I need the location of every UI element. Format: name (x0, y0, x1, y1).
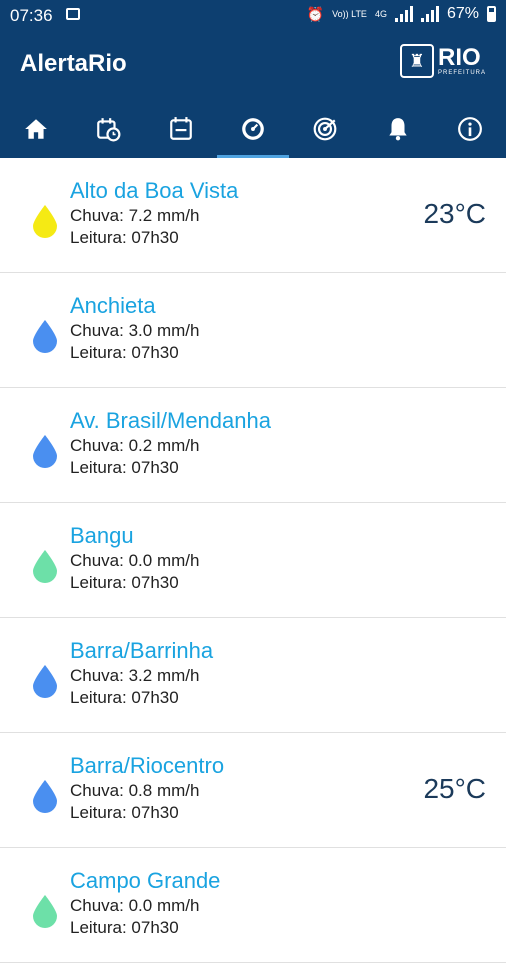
tab-bar (0, 100, 506, 158)
rain-rate: Chuva: 0.2 mm/h (70, 436, 200, 455)
status-time: 07:36 (10, 6, 53, 25)
reading-time: Leitura: 07h30 (70, 803, 179, 822)
status-bar: 07:36 ⏰ Vo)) LTE 4G 67% (0, 0, 506, 30)
tab-info[interactable] (434, 100, 506, 158)
battery-icon (487, 6, 496, 22)
app-bar: AlertaRio ♜ RIO PREFEITURA (0, 30, 506, 158)
home-icon (25, 119, 47, 139)
station-row[interactable]: Barra/Barrinha Chuva: 3.2 mm/h Leitura: 07… (0, 618, 506, 733)
station-name: Alto da Boa Vista (70, 178, 239, 203)
tab-alerts[interactable] (361, 100, 433, 158)
station-name: Anchieta (70, 293, 156, 318)
rio-logo: ♜ RIO PREFEITURA (399, 44, 486, 78)
network-type-label: 4G (374, 9, 387, 19)
tab-radar[interactable] (289, 100, 361, 158)
volte-icon: Vo)) LTE (332, 8, 367, 19)
station-name: Campo Grande (70, 868, 221, 893)
station-name: Av. Brasil/Mendanha (70, 408, 271, 433)
logo-subtext: PREFEITURA (437, 70, 486, 76)
app-title: AlertaRio (20, 50, 127, 77)
tab-home[interactable] (0, 100, 72, 158)
temperature: 25°C (423, 773, 486, 804)
tab-gauge[interactable] (216, 100, 290, 158)
rain-drop-icon (33, 205, 57, 238)
battery-percent: 67% (446, 5, 479, 22)
tab-schedule[interactable] (72, 100, 144, 158)
rain-rate: Chuva: 0.8 mm/h (70, 781, 200, 800)
reading-time: Leitura: 07h30 (70, 688, 179, 707)
tab-calendar[interactable] (145, 100, 217, 158)
rain-drop-icon (33, 665, 57, 698)
info-icon (457, 117, 482, 141)
reading-time: Leitura: 07h30 (70, 458, 179, 477)
logo-text: RIO (437, 44, 481, 71)
signal-icon-2 (420, 6, 439, 22)
rain-drop-icon (33, 435, 57, 468)
station-row[interactable]: Av. Brasil/Mendanha Chuva: 0.2 mm/h Leitur… (0, 388, 506, 503)
gauge-icon (242, 118, 264, 140)
rain-drop-icon (33, 895, 57, 928)
reading-time: Leitura: 07h30 (70, 228, 179, 247)
rain-drop-icon (33, 550, 57, 583)
reading-time: Leitura: 07h30 (70, 918, 179, 937)
station-row[interactable]: Campo Grande Chuva: 0.0 mm/h Leitura: 07h3… (0, 848, 506, 963)
station-row[interactable]: Alto da Boa Vista Chuva: 7.2 mm/h Leitura:… (0, 158, 506, 273)
rain-drop-icon (33, 320, 57, 353)
rain-rate: Chuva: 3.2 mm/h (70, 666, 200, 685)
radar-icon (313, 117, 337, 141)
rain-rate: Chuva: 0.0 mm/h (70, 551, 200, 570)
station-row[interactable]: Bangu Chuva: 0.0 mm/h Leitura: 07h30 (0, 503, 506, 618)
reading-time: Leitura: 07h30 (70, 343, 179, 362)
rain-rate: Chuva: 7.2 mm/h (70, 206, 200, 225)
signal-icon (394, 6, 413, 22)
reading-time: Leitura: 07h30 (70, 573, 179, 592)
station-name: Barra/Barrinha (70, 638, 214, 663)
rain-rate: Chuva: 0.0 mm/h (70, 896, 200, 915)
station-row[interactable]: Anchieta Chuva: 3.0 mm/h Leitura: 07h30 (0, 273, 506, 388)
crest-icon: ♜ (399, 44, 434, 78)
station-list: Alto da Boa Vista Chuva: 7.2 mm/h Leitura:… (0, 158, 506, 963)
station-name: Barra/Riocentro (70, 753, 225, 778)
image-notification-icon (66, 8, 80, 20)
calendar-clock-icon (97, 118, 121, 142)
status-icons: ⏰ Vo)) LTE 4G 67% (307, 5, 496, 23)
temperature: 23°C (423, 198, 486, 229)
rain-drop-icon (33, 780, 57, 813)
alarm-icon: ⏰ (306, 5, 325, 22)
station-row[interactable]: Barra/Riocentro Chuva: 0.8 mm/h Leitura: 0… (0, 733, 506, 848)
rain-rate: Chuva: 3.0 mm/h (70, 321, 200, 340)
station-name: Bangu (70, 523, 134, 548)
calendar-icon (169, 117, 192, 140)
bell-icon (388, 118, 407, 141)
